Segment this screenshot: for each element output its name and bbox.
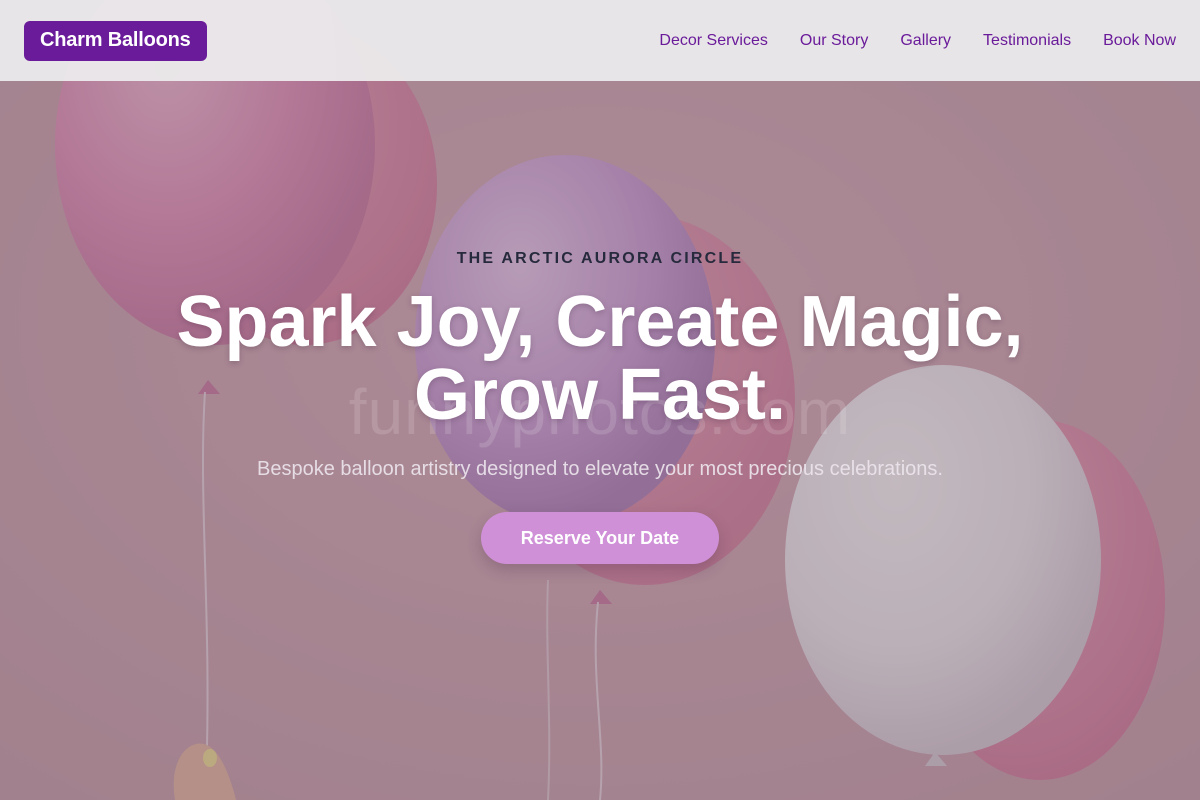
nav-link-gallery[interactable]: Gallery [900,32,951,49]
reserve-date-button[interactable]: Reserve Your Date [481,512,719,564]
nav-links: Decor Services Our Story Gallery Testimo… [659,32,1176,50]
landing-page: Charm Balloons Decor Services Our Story … [0,0,1200,800]
nav-link-decor-services[interactable]: Decor Services [659,32,767,49]
hero-headline: Spark Joy, Create Magic, Grow Fast. [100,286,1100,432]
brand-logo[interactable]: Charm Balloons [24,20,207,61]
nav-item: Testimonials [983,32,1071,50]
nav-item: Book Now [1103,32,1176,50]
nav-link-our-story[interactable]: Our Story [800,32,868,49]
top-navbar: Charm Balloons Decor Services Our Story … [0,0,1200,81]
hero-headline-line-2: Grow Fast. [413,355,787,435]
nav-item: Our Story [800,32,868,50]
hero-eyebrow: THE ARCTIC AURORA CIRCLE [456,250,744,267]
nav-item: Gallery [900,32,951,50]
hero-subtitle: Bespoke balloon artistry designed to ele… [257,458,943,480]
hero-headline-line-1: Spark Joy, Create Magic, [176,282,1024,362]
nav-item: Decor Services [659,32,767,50]
nav-link-testimonials[interactable]: Testimonials [983,32,1071,49]
hero-section: funnyphotos.com THE ARCTIC AURORA CIRCLE… [0,81,1200,800]
nav-link-book-now[interactable]: Book Now [1103,32,1176,49]
